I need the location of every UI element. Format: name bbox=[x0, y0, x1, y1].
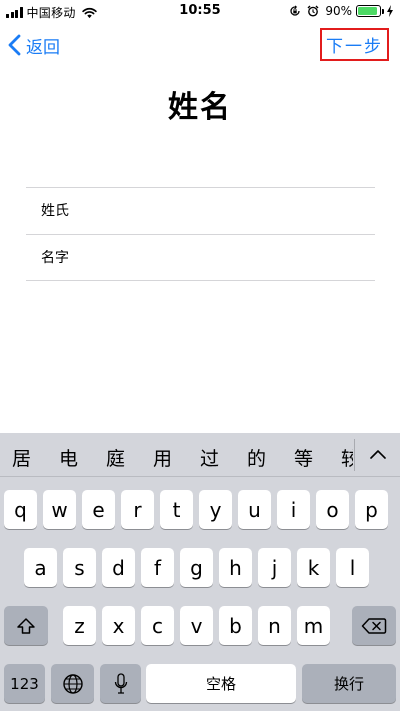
dictation-key[interactable] bbox=[100, 664, 141, 703]
backspace-icon bbox=[361, 617, 387, 634]
page-title: 姓名 bbox=[168, 90, 232, 125]
candidate-item[interactable]: 电 bbox=[59, 444, 78, 471]
key-t[interactable]: t bbox=[160, 490, 193, 529]
battery-fill bbox=[358, 7, 377, 15]
keyboard: 居 电 庭 用 过 的 等 较 q w e r t y u i o p a s … bbox=[0, 433, 400, 711]
last-name-field[interactable] bbox=[26, 203, 375, 219]
first-name-row bbox=[26, 234, 375, 281]
candidate-bar: 居 电 庭 用 过 的 等 较 bbox=[0, 433, 400, 477]
delete-key[interactable] bbox=[352, 606, 396, 645]
orientation-lock-icon bbox=[290, 5, 300, 16]
key-e[interactable]: e bbox=[82, 490, 115, 529]
battery-percent: 90% bbox=[325, 4, 352, 18]
first-name-field[interactable] bbox=[26, 249, 375, 266]
chevron-up-icon[interactable] bbox=[362, 439, 394, 469]
status-bar: 中国移动 10:55 90% bbox=[0, 0, 400, 24]
key-c[interactable]: c bbox=[141, 606, 174, 645]
charging-icon bbox=[387, 5, 393, 17]
key-u[interactable]: u bbox=[238, 490, 271, 529]
candidate-item[interactable]: 等 bbox=[294, 444, 313, 471]
key-r[interactable]: r bbox=[121, 490, 154, 529]
space-key[interactable]: 空格 bbox=[146, 664, 296, 703]
alarm-icon bbox=[307, 5, 319, 17]
key-o[interactable]: o bbox=[316, 490, 349, 529]
battery-tip bbox=[382, 9, 384, 14]
shift-icon bbox=[17, 617, 35, 634]
key-h[interactable]: h bbox=[219, 548, 252, 587]
key-b[interactable]: b bbox=[219, 606, 252, 645]
key-a[interactable]: a bbox=[24, 548, 57, 587]
candidate-list: 居 电 庭 用 过 的 等 较 bbox=[0, 433, 353, 477]
key-p[interactable]: p bbox=[355, 490, 388, 529]
numbers-key[interactable]: 123 bbox=[4, 664, 45, 703]
candidate-item[interactable]: 居 bbox=[12, 444, 31, 471]
last-name-row bbox=[26, 187, 375, 234]
microphone-icon bbox=[114, 672, 127, 694]
key-z[interactable]: z bbox=[63, 606, 96, 645]
battery-icon bbox=[356, 5, 384, 17]
back-label: 返回 bbox=[26, 37, 60, 58]
globe-key[interactable] bbox=[51, 664, 94, 703]
key-x[interactable]: x bbox=[102, 606, 135, 645]
candidate-item[interactable]: 用 bbox=[153, 444, 172, 471]
key-f[interactable]: f bbox=[141, 548, 174, 587]
shift-key[interactable] bbox=[4, 606, 48, 645]
candidate-divider bbox=[354, 439, 355, 471]
key-v[interactable]: v bbox=[180, 606, 213, 645]
key-n[interactable]: n bbox=[258, 606, 291, 645]
back-button[interactable]: 返回 bbox=[8, 31, 60, 59]
next-button[interactable]: 下一步 bbox=[320, 28, 389, 61]
key-i[interactable]: i bbox=[277, 490, 310, 529]
key-m[interactable]: m bbox=[297, 606, 330, 645]
candidate-item[interactable]: 庭 bbox=[106, 444, 125, 471]
key-d[interactable]: d bbox=[102, 548, 135, 587]
candidate-item[interactable]: 较 bbox=[341, 444, 353, 471]
name-form bbox=[26, 187, 375, 281]
key-g[interactable]: g bbox=[180, 548, 213, 587]
key-j[interactable]: j bbox=[258, 548, 291, 587]
status-right: 90% bbox=[289, 4, 394, 18]
chevron-left-icon bbox=[8, 34, 21, 56]
candidate-item[interactable]: 的 bbox=[247, 444, 266, 471]
key-q[interactable]: q bbox=[4, 490, 37, 529]
key-w[interactable]: w bbox=[43, 490, 76, 529]
key-k[interactable]: k bbox=[297, 548, 330, 587]
key-l[interactable]: l bbox=[336, 548, 369, 587]
key-y[interactable]: y bbox=[199, 490, 232, 529]
return-key[interactable]: 换行 bbox=[302, 664, 396, 703]
key-s[interactable]: s bbox=[63, 548, 96, 587]
candidate-item[interactable]: 过 bbox=[200, 444, 219, 471]
globe-icon bbox=[62, 673, 83, 694]
